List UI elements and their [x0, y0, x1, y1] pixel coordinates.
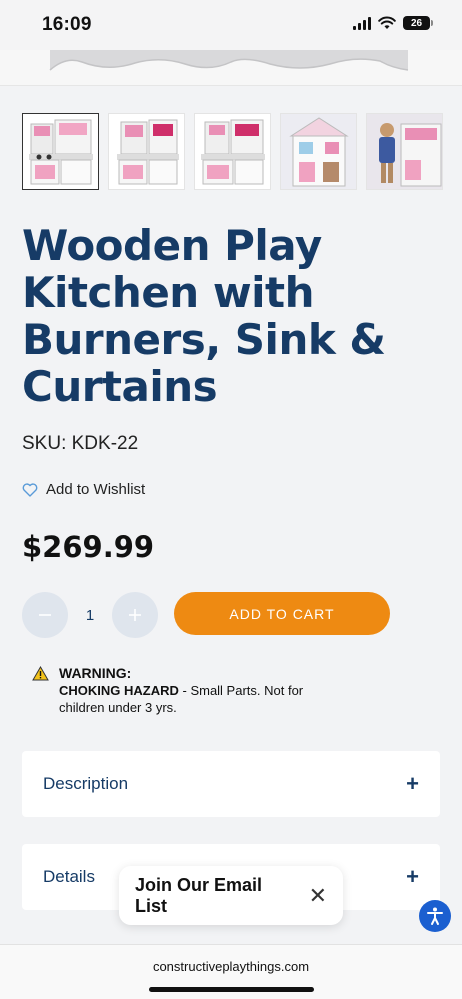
wishlist-label: Add to Wishlist: [46, 481, 146, 498]
warning-icon: [32, 666, 49, 681]
wifi-icon: [378, 16, 396, 29]
thumbnail-2[interactable]: [108, 113, 185, 190]
email-signup-popup[interactable]: Join Our Email List ✕: [119, 866, 343, 925]
product-price: $269.99: [22, 530, 155, 564]
minus-icon: [39, 614, 51, 616]
browser-url-bar[interactable]: constructiveplaythings.com: [0, 944, 462, 999]
status-bar: 16:09 26: [0, 0, 462, 50]
quantity-stepper: 1: [22, 592, 158, 638]
accessibility-button[interactable]: [419, 900, 451, 932]
thumbnail-1[interactable]: [22, 113, 99, 190]
thumbnail-gallery: [22, 113, 443, 190]
accordion-label-description: Description: [43, 774, 129, 793]
warning-hazard: CHOKING HAZARD: [59, 683, 179, 698]
warning-detail-2: children under 3 yrs.: [59, 700, 177, 715]
plus-icon: [129, 609, 141, 621]
cellular-signal-icon: [353, 16, 371, 30]
thumbnail-5[interactable]: [366, 113, 443, 190]
quantity-input[interactable]: 1: [68, 607, 112, 624]
email-popup-label[interactable]: Join Our Email List: [135, 875, 297, 917]
heart-icon: [22, 482, 38, 497]
status-icons: 26: [353, 16, 433, 30]
expand-plus-icon: +: [406, 864, 419, 889]
close-icon[interactable]: ✕: [309, 883, 327, 909]
product-main-image[interactable]: [0, 50, 462, 86]
accordion-label-details: Details: [43, 867, 95, 886]
warning-title: WARNING:: [59, 665, 132, 681]
home-indicator[interactable]: [149, 987, 314, 992]
add-to-wishlist-button[interactable]: Add to Wishlist: [22, 481, 145, 498]
thumbnail-4[interactable]: [280, 113, 357, 190]
thumbnail-3[interactable]: [194, 113, 271, 190]
warning-text: WARNING: CHOKING HAZARD - Small Parts. N…: [59, 665, 303, 716]
warning-detail: - Small Parts. Not for: [178, 683, 304, 698]
choking-warning: WARNING: CHOKING HAZARD - Small Parts. N…: [32, 665, 303, 716]
status-time: 16:09: [42, 14, 92, 35]
add-to-cart-button[interactable]: ADD TO CART: [174, 592, 390, 635]
battery-icon: 26: [403, 16, 433, 30]
decrease-quantity-button[interactable]: [22, 592, 68, 638]
expand-plus-icon: +: [406, 771, 419, 796]
increase-quantity-button[interactable]: [112, 592, 158, 638]
accessibility-icon: [427, 907, 443, 925]
product-title: Wooden Play Kitchen with Burners, Sink &…: [22, 221, 386, 411]
url-text[interactable]: constructiveplaythings.com: [0, 959, 462, 974]
description-accordion[interactable]: Description +: [22, 751, 440, 817]
product-sku: SKU: KDK-22: [22, 433, 139, 454]
